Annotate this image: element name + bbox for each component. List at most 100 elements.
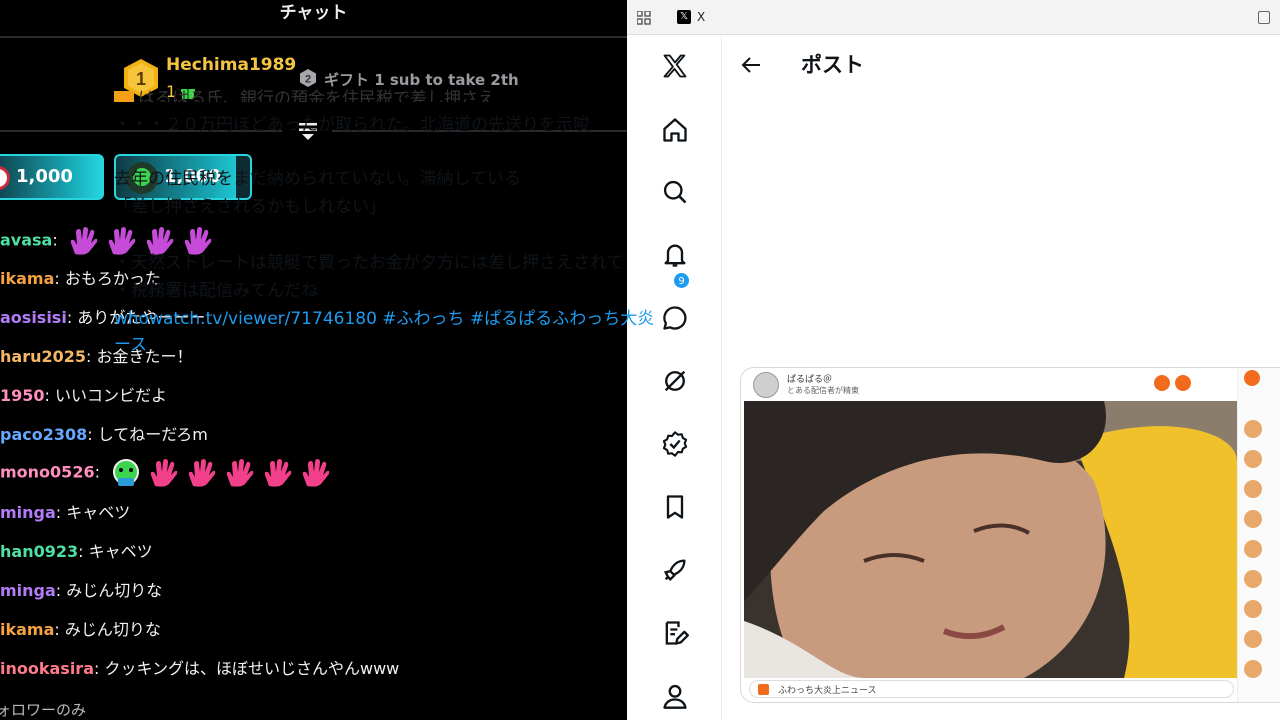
chat-separator: : (94, 659, 105, 678)
x-sidebar: 9 (627, 36, 722, 720)
post-line: ・天然ストレートは競艇で買ったお金が夕方には差し押さえされて (114, 253, 624, 273)
bookmarks-icon[interactable] (661, 493, 689, 521)
orange-square-icon (114, 91, 134, 102)
messages-icon[interactable] (661, 304, 689, 332)
chat-text: みじん切りな (66, 581, 163, 600)
chat-username[interactable]: ikama (0, 620, 54, 639)
bell-icon (1175, 375, 1191, 391)
emote-hand-icon (147, 458, 181, 488)
post-links: whowatch.tv/viewer/71746180 #ふわっち #ぱるぱるふ… (114, 304, 654, 329)
media-card[interactable]: ぱるぱる＠ とある配信者が精東 ふわっち大炎上ニュース (740, 367, 1280, 703)
home-icon[interactable] (661, 116, 689, 144)
avatar (0, 166, 10, 190)
chat-username[interactable]: mono0526 (0, 463, 95, 482)
chat-separator: : (54, 269, 65, 288)
post-line: はるはる氏、銀行の預金を住民税で差し押さえ (114, 84, 495, 102)
post-header: ポスト (723, 36, 1280, 92)
emote-hand-icon (67, 226, 101, 256)
x-logo-icon[interactable] (661, 52, 689, 80)
chat-title: チャット (279, 3, 348, 23)
gift-icon (1244, 370, 1260, 386)
chat-separator: : (87, 425, 98, 444)
notification-count-badge: 9 (673, 272, 690, 289)
chat-text: してねーだろm (97, 425, 208, 444)
chat-username[interactable]: han0923 (0, 542, 78, 561)
whowatch-link[interactable]: whowatch.tv/viewer/71746180 (114, 309, 377, 329)
chat-text: いいコンビだよ (55, 386, 168, 405)
divider (0, 36, 627, 38)
chat-message: inookasira: クッキングは、ほぼせいじさんやんwww (0, 655, 399, 685)
chat-separator: : (52, 230, 63, 250)
post-line: 「差し押さえされるかもしれない」 (114, 197, 386, 217)
rocket-icon[interactable] (661, 556, 689, 584)
chat-icon (758, 684, 769, 695)
chat-message: han0923: キャベツ (0, 538, 153, 568)
chat-username[interactable]: avasa (0, 231, 52, 250)
chat-message: mono0526: (0, 458, 333, 488)
back-arrow-icon[interactable] (741, 56, 761, 74)
chat-username[interactable]: aosisisi (0, 308, 67, 327)
chat-text: クッキングは、ほぼせいじさんやんwww (104, 659, 400, 678)
post-link-continued: ース (114, 330, 147, 355)
chat-message: minga: みじん切りな (0, 577, 162, 607)
post-line: 去年の住民税をまだ納められていない。滞納している (114, 169, 521, 189)
chat-separator: : (54, 620, 65, 639)
chat-message: 1950: いいコンビだよ (0, 382, 167, 412)
channel-name: ぱるぱる＠ (787, 375, 833, 385)
stream-photo (744, 401, 1237, 678)
media-caption: ふわっち大炎上ニュース (778, 686, 877, 696)
emote-hand-icon (261, 458, 295, 488)
chat-username[interactable]: paco2308 (0, 425, 87, 444)
top-gifter-name[interactable]: Hechima1989 (166, 55, 296, 75)
chat-separator: : (78, 542, 89, 561)
post-line: ・・・２０万円ほどあったが取られた。北海道の先送りを示唆 (114, 115, 590, 135)
chat-text: みじん切りな (64, 620, 161, 639)
chat-text: キャベツ (66, 503, 131, 522)
chat-separator: : (94, 462, 106, 482)
post-line: ・税務署は配信みてんだね (114, 281, 318, 301)
tab-title[interactable]: X (697, 10, 705, 24)
chat-message: haru2025: お金きたー！ (0, 343, 193, 373)
grok-icon[interactable] (661, 367, 689, 395)
tab-bar: 𝕏 X (627, 0, 1280, 35)
page-title: ポスト (801, 53, 864, 77)
chat-message: minga: キャベツ (0, 499, 130, 529)
channel-subtitle: とある配信者が精東 (787, 386, 859, 395)
hashtag-link[interactable]: #ふわっち (377, 309, 464, 329)
emote-face-icon (109, 458, 143, 488)
chat-panel: チャット 1 Hechima1989 1 2 ギフト 1 sub to take… (0, 0, 627, 720)
chat-username[interactable]: haru2025 (0, 347, 86, 366)
profile-icon[interactable] (661, 682, 689, 710)
x-favicon-icon: 𝕏 (677, 10, 691, 24)
chat-username[interactable]: ikama (0, 269, 54, 288)
media-topbar: ぱるぱる＠ とある配信者が精東 (741, 368, 1280, 401)
chat-username[interactable]: minga (0, 503, 56, 522)
hashtag-link[interactable]: #ぱるぱるふわっち大炎 (465, 309, 654, 329)
emote-hand-icon (185, 458, 219, 488)
chat-separator: : (86, 347, 97, 366)
gift-amount: 1,000 (16, 166, 73, 187)
gift-pill[interactable]: 1,000 (0, 154, 104, 200)
hashtag-link[interactable]: ース (114, 335, 147, 355)
tab-grid-icon[interactable] (637, 11, 651, 25)
chat-separator: : (55, 503, 67, 522)
avatar (753, 372, 779, 398)
window-icon[interactable] (1258, 11, 1270, 24)
notifications-icon[interactable] (661, 241, 689, 269)
verified-icon[interactable] (661, 430, 689, 458)
compose-icon[interactable] (661, 619, 689, 647)
emote-hand-icon (223, 458, 257, 488)
stream-chat-sidebar (1237, 368, 1280, 702)
chat-message: ikama: みじん切りな (0, 616, 161, 646)
chat-username[interactable]: minga (0, 581, 56, 600)
chat-username[interactable]: 1950 (0, 386, 45, 405)
chat-username[interactable]: inookasira (0, 659, 94, 678)
chat-separator: : (44, 386, 56, 405)
chat-separator: : (66, 308, 78, 327)
chat-text: キャベツ (88, 542, 153, 561)
chat-message: paco2308: してねーだろm (0, 421, 208, 451)
media-caption-bar: ふわっち大炎上ニュース (749, 680, 1234, 698)
chat-separator: : (55, 581, 67, 600)
chat-mode-label: ォロワーのみ (0, 701, 87, 719)
search-icon[interactable] (661, 178, 689, 206)
